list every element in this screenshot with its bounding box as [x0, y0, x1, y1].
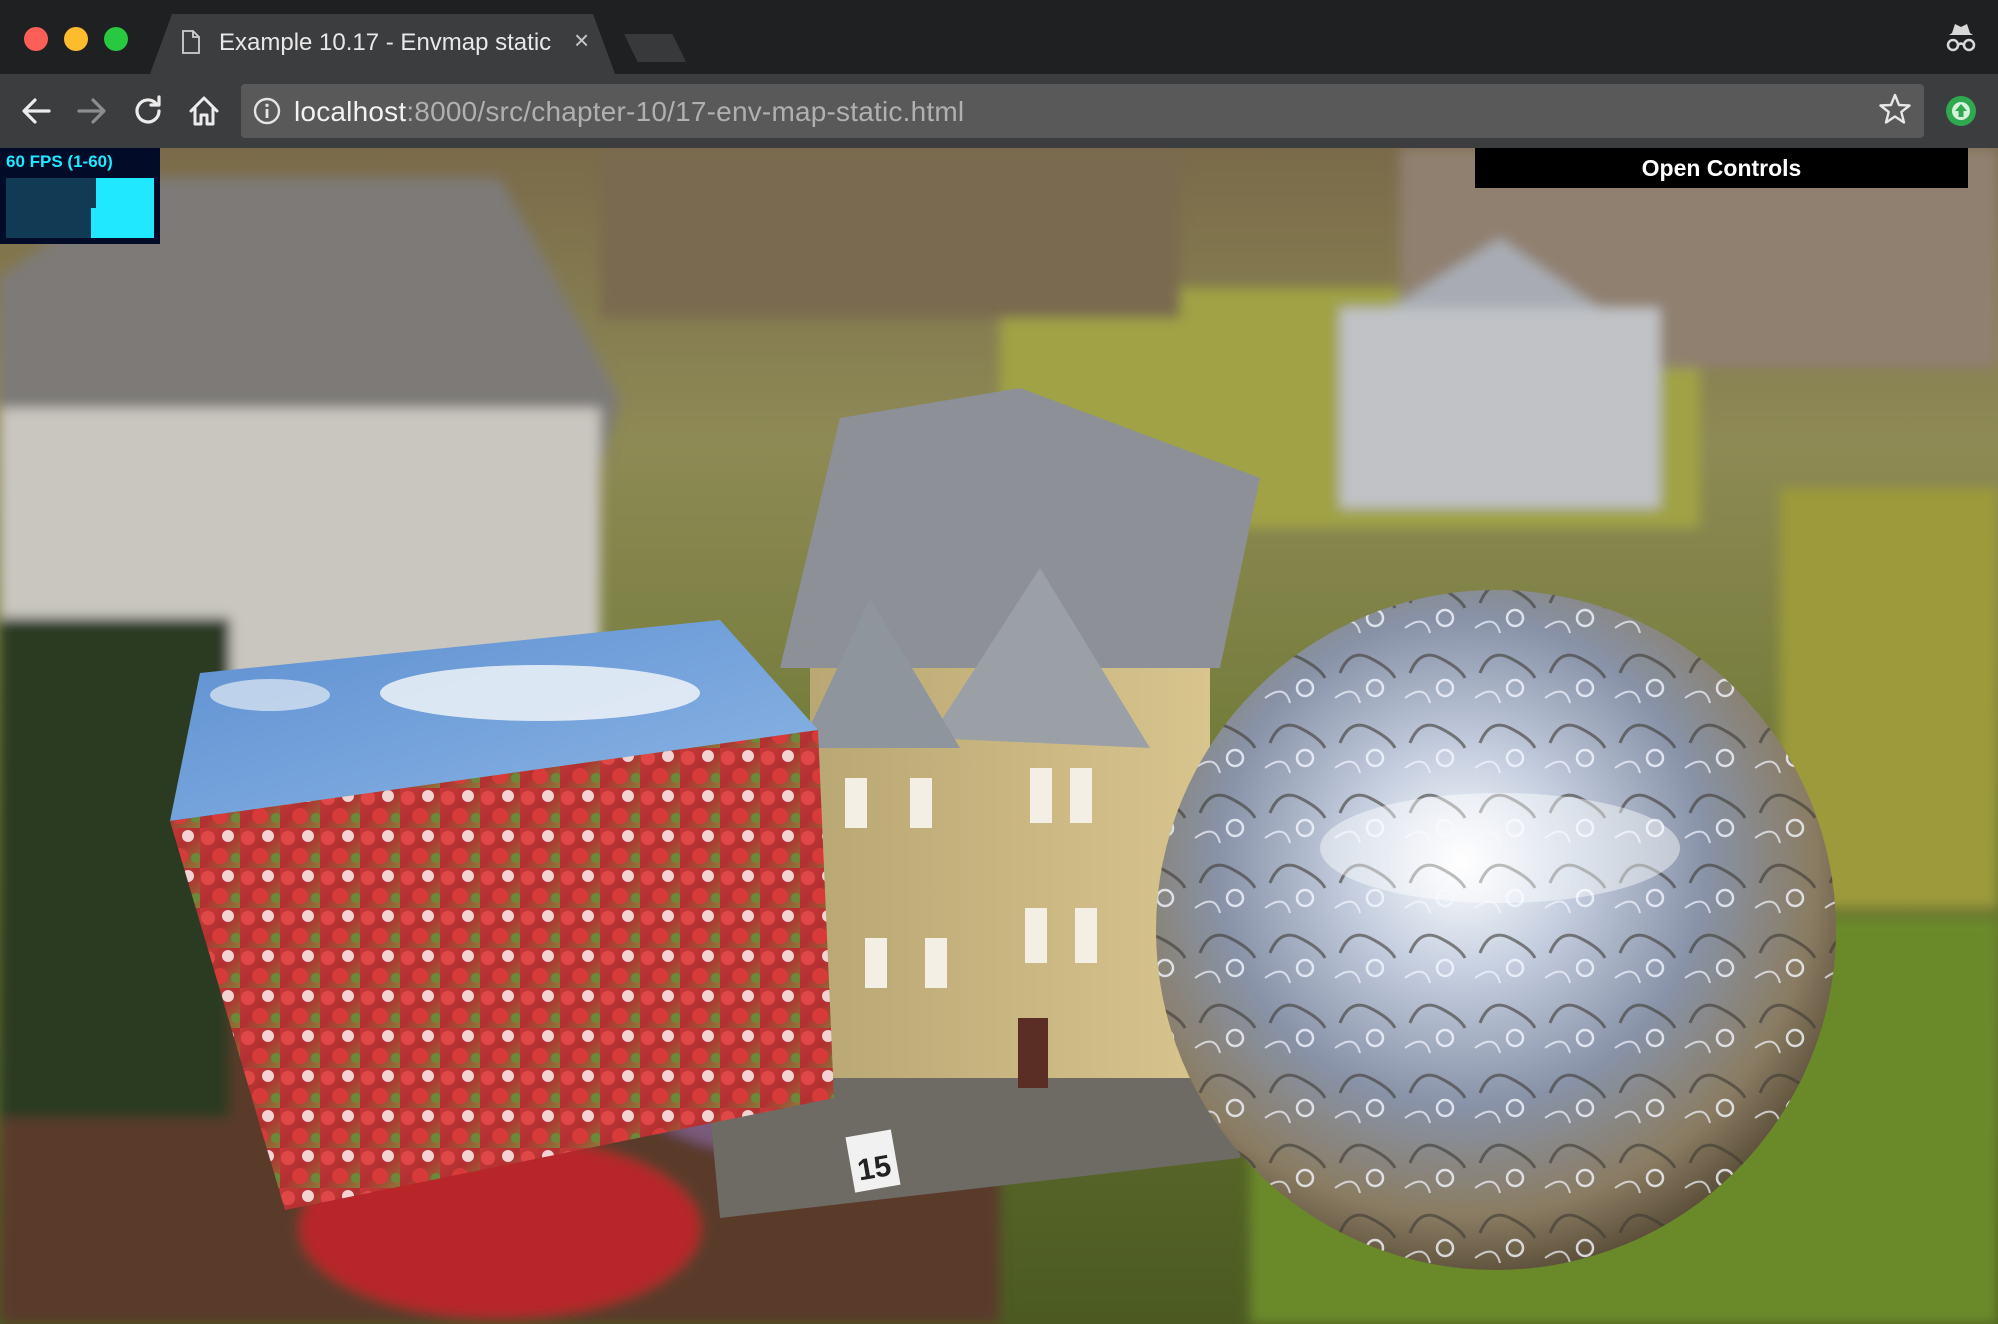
url-path: :8000/src/chapter-10/17-env-map-static.h… [406, 96, 965, 127]
fps-stats-label: 60 FPS (1-60) [6, 152, 113, 171]
tab-title: Example 10.17 - Envmap static [219, 29, 552, 56]
window-maximize-icon[interactable] [104, 27, 128, 51]
forward-arrow-icon[interactable] [73, 92, 111, 130]
url-host: localhost [294, 96, 407, 127]
window-close-icon[interactable] [24, 27, 48, 51]
reflective-sphere [1156, 590, 1836, 1270]
open-controls-button[interactable]: Open Controls [1475, 148, 1968, 188]
back-arrow-icon[interactable] [17, 92, 55, 130]
browser-window: Example 10.17 - Envmap static × localhos… [0, 0, 1998, 1324]
fps-stats-panel[interactable]: 60 FPS (1-60) [0, 148, 160, 244]
window-minimize-icon[interactable] [64, 27, 88, 51]
tab-close-icon[interactable]: × [574, 27, 589, 53]
reload-icon[interactable] [129, 92, 167, 130]
url-text[interactable]: localhost:8000/src/chapter-10/17-env-map… [294, 96, 964, 128]
webgl-canvas[interactable]: 15 [0, 148, 1998, 1324]
incognito-icon [1946, 24, 1976, 52]
fps-graph-bar [153, 178, 155, 238]
page-icon [182, 30, 200, 54]
star-icon[interactable] [1878, 92, 1912, 126]
home-icon[interactable] [185, 92, 223, 130]
plate-number: 15 [855, 1149, 894, 1187]
extension-icon[interactable] [1944, 94, 1978, 128]
info-icon[interactable] [253, 97, 281, 125]
scene-render: 15 [0, 148, 1998, 1324]
fps-graph [6, 178, 155, 238]
